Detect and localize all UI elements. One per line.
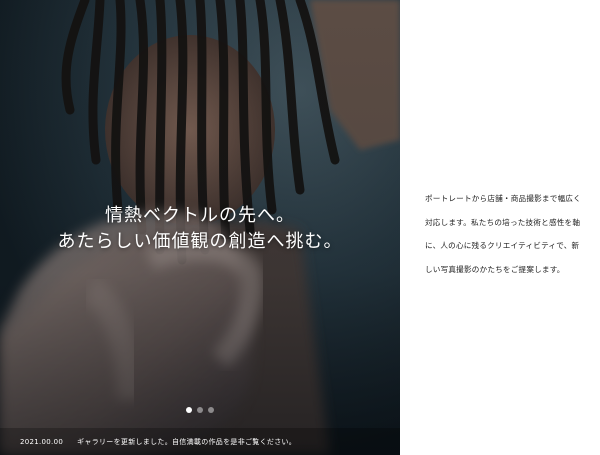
slider-dot-2[interactable] [197, 407, 203, 413]
intro-line: ポートレートから店舗・商品撮影まで幅広く [425, 194, 581, 203]
slider-dot-3[interactable] [208, 407, 214, 413]
hero-slider: 情熱ベクトルの先へ。 あたらしい価値観の創造へ挑む。 2021.00.00 ギャ… [0, 0, 400, 455]
slider-pagination [186, 407, 214, 413]
slider-dot-1[interactable] [186, 407, 192, 413]
news-link[interactable]: ギャラリーを更新しました。自信満載の作品を是非ご覧ください。 [77, 437, 296, 447]
catch-line-2: あたらしい価値観の創造へ挑む。 [57, 231, 343, 252]
catch-line-1: 情熱ベクトルの先へ。 [105, 205, 295, 226]
intro-line: 対応します。私たちの培った技術と感性を軸 [425, 217, 581, 227]
intro-line: しい写真撮影のかたちをご提案します。 [425, 264, 565, 274]
news-date: 2021.00.00 [20, 437, 64, 446]
hero-catchcopy: 情熱ベクトルの先へ。 あたらしい価値観の創造へ挑む。 [0, 203, 400, 255]
page: 情熱ベクトルの先へ。 あたらしい価値観の創造へ挑む。 2021.00.00 ギャ… [0, 0, 600, 455]
news-bar: 2021.00.00 ギャラリーを更新しました。自信満載の作品を是非ご覧ください… [0, 428, 400, 455]
intro-text: ポートレートから店舗・商品撮影まで幅広く 対応します。私たちの培った技術と感性を… [425, 187, 585, 281]
intro-line: に、人の心に残るクリエイティビティで、新 [425, 241, 580, 250]
